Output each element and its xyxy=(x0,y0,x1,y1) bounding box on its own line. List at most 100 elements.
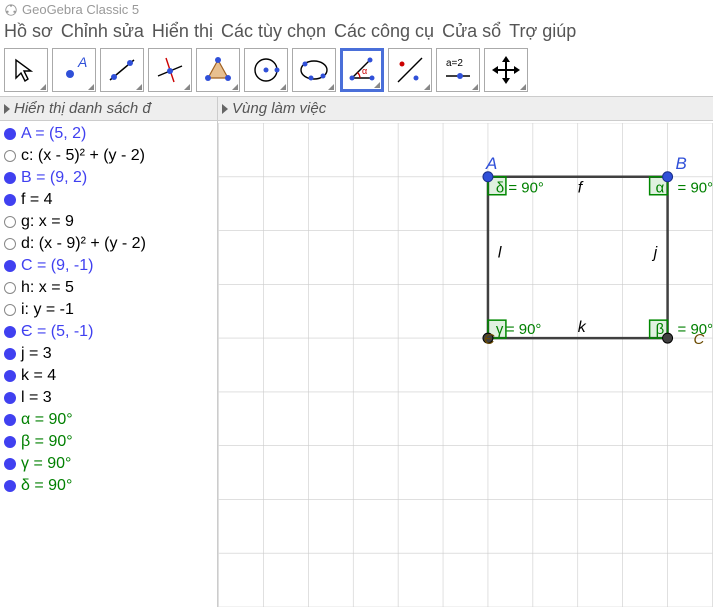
chevron-down-icon xyxy=(232,84,238,90)
tool-circle[interactable] xyxy=(244,48,288,92)
tool-line[interactable] xyxy=(100,48,144,92)
algebra-item[interactable]: C = (9, -1) xyxy=(0,255,217,277)
graphics-panel-title: Vùng làm việc xyxy=(232,100,326,117)
menu-options[interactable]: Các tùy chọn xyxy=(221,21,326,42)
chevron-down-icon xyxy=(374,82,380,88)
visibility-bullet-icon[interactable] xyxy=(4,414,16,426)
visibility-bullet-icon[interactable] xyxy=(4,370,16,382)
algebra-item[interactable]: i: y = -1 xyxy=(0,299,217,321)
algebra-item[interactable]: j = 3 xyxy=(0,343,217,365)
svg-text:= 90°: = 90° xyxy=(678,321,713,338)
algebra-item[interactable]: α = 90° xyxy=(0,409,217,431)
algebra-item-label: f = 4 xyxy=(21,191,53,209)
tool-point[interactable]: A xyxy=(52,48,96,92)
algebra-item[interactable]: c: (x - 5)² + (y - 2) xyxy=(0,145,217,167)
svg-text:β: β xyxy=(656,321,665,338)
visibility-bullet-icon[interactable] xyxy=(4,436,16,448)
tool-conic[interactable] xyxy=(292,48,336,92)
algebra-item-label: d: (x - 9)² + (y - 2) xyxy=(21,235,146,253)
svg-text:γ: γ xyxy=(496,321,504,338)
algebra-panel: Hiển thị danh sách đ A = (5, 2) c: (x - 5… xyxy=(0,97,218,607)
window-titlebar: GeoGebra Classic 5 xyxy=(0,0,713,19)
algebra-item-label: A = (5, 2) xyxy=(21,125,86,143)
tool-polygon[interactable] xyxy=(196,48,240,92)
algebra-item[interactable]: Є = (5, -1) xyxy=(0,321,217,343)
graphics-panel: Vùng làm việc ABЄCδ = 90°α= 90°γ= 90°β= … xyxy=(218,97,713,607)
algebra-item[interactable]: β = 90° xyxy=(0,431,217,453)
menu-window[interactable]: Cửa sổ xyxy=(442,21,501,42)
svg-text:k: k xyxy=(578,319,587,336)
svg-text:α: α xyxy=(656,180,665,197)
algebra-panel-header[interactable]: Hiển thị danh sách đ xyxy=(0,97,217,121)
visibility-bullet-icon[interactable] xyxy=(4,260,16,272)
visibility-bullet-icon[interactable] xyxy=(4,216,16,228)
chevron-down-icon xyxy=(328,84,334,90)
visibility-bullet-icon[interactable] xyxy=(4,150,16,162)
visibility-bullet-icon[interactable] xyxy=(4,348,16,360)
visibility-bullet-icon[interactable] xyxy=(4,238,16,250)
chevron-down-icon xyxy=(520,84,526,90)
algebra-item-label: Є = (5, -1) xyxy=(21,323,93,341)
algebra-item-label: δ = 90° xyxy=(21,477,72,495)
menu-edit[interactable]: Chỉnh sửa xyxy=(61,21,144,42)
visibility-bullet-icon[interactable] xyxy=(4,458,16,470)
algebra-item-label: i: y = -1 xyxy=(21,301,74,319)
menu-view[interactable]: Hiển thị xyxy=(152,21,213,42)
graphics-panel-header[interactable]: Vùng làm việc xyxy=(218,97,713,121)
svg-text:l: l xyxy=(498,244,502,261)
visibility-bullet-icon[interactable] xyxy=(4,172,16,184)
chevron-down-icon xyxy=(424,84,430,90)
svg-text:j: j xyxy=(652,244,658,261)
visibility-bullet-icon[interactable] xyxy=(4,480,16,492)
algebra-item[interactable]: A = (5, 2) xyxy=(0,123,217,145)
algebra-item-label: γ = 90° xyxy=(21,455,71,473)
svg-text:= 90°: = 90° xyxy=(506,321,542,338)
menu-file[interactable]: Hồ sơ xyxy=(4,21,53,42)
algebra-item-label: c: (x - 5)² + (y - 2) xyxy=(21,147,145,165)
algebra-item-label: j = 3 xyxy=(21,345,52,363)
algebra-item[interactable]: l = 3 xyxy=(0,387,217,409)
visibility-bullet-icon[interactable] xyxy=(4,194,16,206)
tool-perpendicular[interactable] xyxy=(148,48,192,92)
visibility-bullet-icon[interactable] xyxy=(4,326,16,338)
algebra-item[interactable]: k = 4 xyxy=(0,365,217,387)
chevron-down-icon xyxy=(88,84,94,90)
algebra-item[interactable]: h: x = 5 xyxy=(0,277,217,299)
tool-move-view[interactable] xyxy=(484,48,528,92)
visibility-bullet-icon[interactable] xyxy=(4,392,16,404)
chevron-down-icon xyxy=(472,84,478,90)
menu-help[interactable]: Trợ giúp xyxy=(509,21,576,42)
algebra-item[interactable]: g: x = 9 xyxy=(0,211,217,233)
triangle-right-icon xyxy=(222,104,228,114)
algebra-item[interactable]: f = 4 xyxy=(0,189,217,211)
visibility-bullet-icon[interactable] xyxy=(4,304,16,316)
tool-reflect[interactable] xyxy=(388,48,432,92)
visibility-bullet-icon[interactable] xyxy=(4,282,16,294)
svg-text:A: A xyxy=(485,154,497,173)
svg-text:A: A xyxy=(77,54,87,70)
chevron-down-icon xyxy=(136,84,142,90)
svg-text:δ = 90°: δ = 90° xyxy=(496,180,544,197)
svg-text:Є: Є xyxy=(484,331,495,348)
algebra-item[interactable]: B = (9, 2) xyxy=(0,167,217,189)
algebra-item[interactable]: δ = 90° xyxy=(0,475,217,497)
app-icon xyxy=(4,3,18,17)
menu-tools[interactable]: Các công cụ xyxy=(334,21,434,42)
svg-text:α: α xyxy=(362,66,367,76)
tool-move[interactable] xyxy=(4,48,48,92)
tool-angle[interactable]: α xyxy=(340,48,384,92)
svg-text:a=2: a=2 xyxy=(446,58,463,69)
app-title: GeoGebra Classic 5 xyxy=(22,2,139,17)
algebra-item-label: l = 3 xyxy=(21,389,52,407)
algebra-panel-title: Hiển thị danh sách đ xyxy=(14,100,151,117)
visibility-bullet-icon[interactable] xyxy=(4,128,16,140)
graphics-view[interactable]: ABЄCδ = 90°α= 90°γ= 90°β= 90°fjkl xyxy=(218,123,713,607)
tool-slider[interactable]: a=2 xyxy=(436,48,480,92)
algebra-list: A = (5, 2) c: (x - 5)² + (y - 2) B = (9, 2… xyxy=(0,121,217,499)
svg-text:B: B xyxy=(676,154,687,173)
svg-text:f: f xyxy=(578,180,584,197)
algebra-item[interactable]: γ = 90° xyxy=(0,453,217,475)
chevron-down-icon xyxy=(280,84,286,90)
algebra-item[interactable]: d: (x - 9)² + (y - 2) xyxy=(0,233,217,255)
algebra-item-label: β = 90° xyxy=(21,433,73,451)
